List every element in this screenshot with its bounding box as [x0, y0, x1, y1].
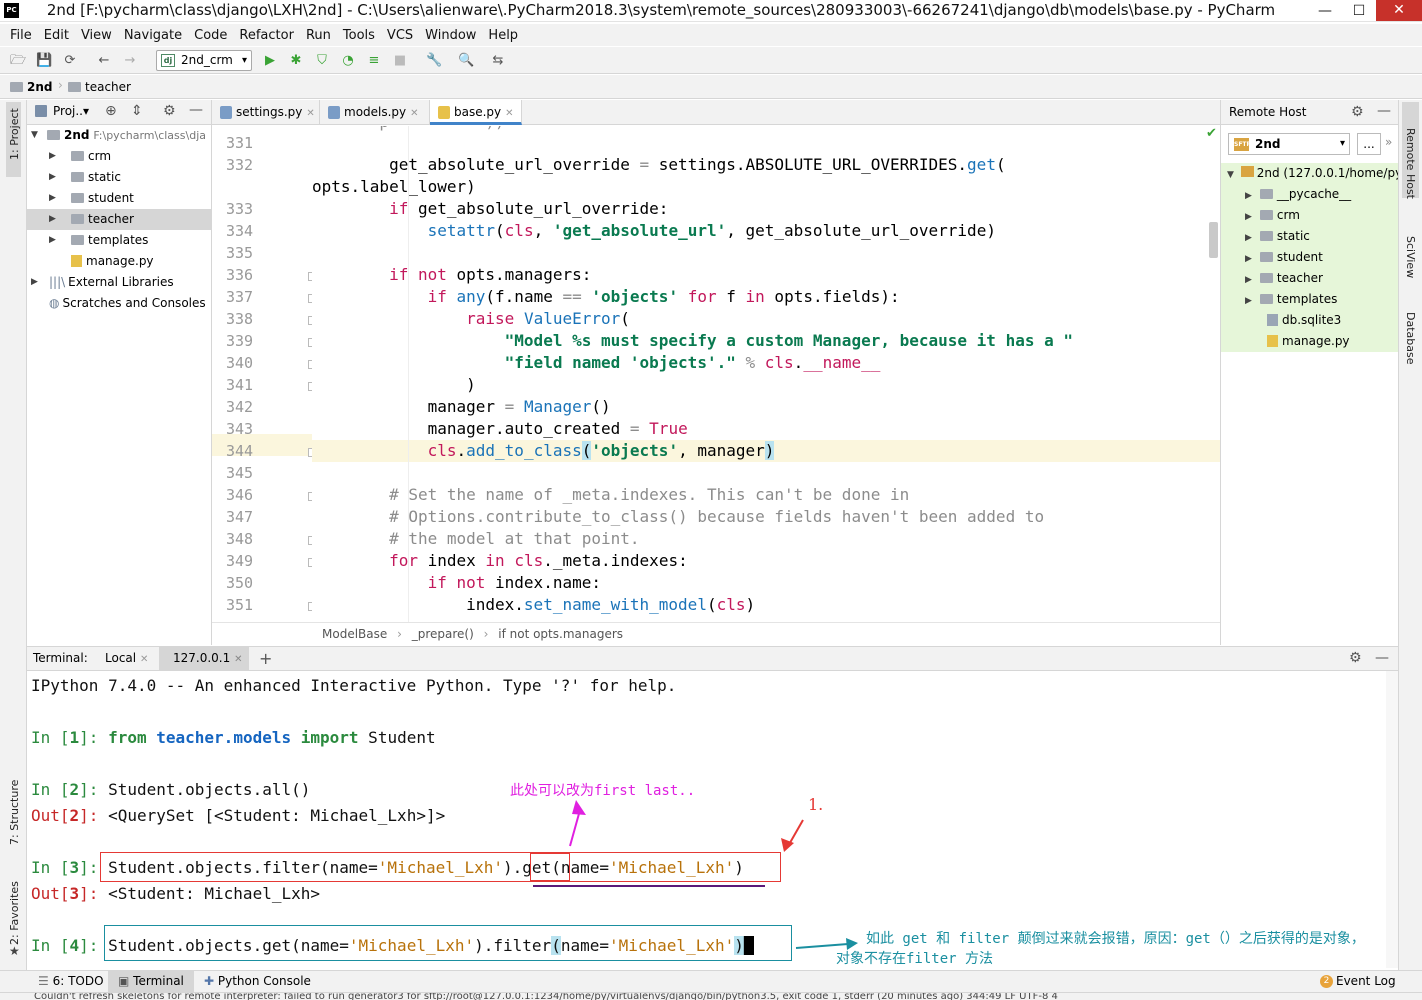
tab-todo[interactable]: ☰ 6: TODO	[38, 971, 104, 992]
status-bar: Couldn't refresh skeletons for remote in…	[0, 992, 1422, 1000]
terminal-icon: ▣	[118, 974, 130, 988]
arrowhead-icon	[572, 800, 586, 815]
annotation-arrow-pink	[569, 809, 581, 847]
annotation-arrows	[569, 800, 858, 950]
event-log-button[interactable]: Event Log	[1336, 971, 1396, 992]
star-icon: ★	[9, 944, 20, 958]
annotation-note-swap-1: 如此 get 和 filter 颠倒过来就会报错，原因：get（）之后获得的是对…	[866, 931, 1365, 947]
annotation-note-number: 1.	[808, 795, 824, 814]
event-log-badge: 2	[1320, 975, 1333, 988]
list-icon: ☰	[38, 974, 49, 988]
tab-terminal[interactable]: ▣ Terminal	[108, 971, 194, 992]
tab-python-console[interactable]: ✚ Python Console	[204, 971, 311, 992]
python-console-icon: ✚	[204, 974, 215, 988]
annotation-note-swap-2: 对象不存在filter 方法	[836, 951, 994, 967]
bottom-tool-bar: ☰ 6: TODO ▣ Terminal ✚ Python Console 2 …	[0, 970, 1422, 992]
status-message: Couldn't refresh skeletons for remote in…	[34, 992, 1058, 1000]
annotation-note-first: 此处可以改为first last..	[510, 783, 696, 799]
